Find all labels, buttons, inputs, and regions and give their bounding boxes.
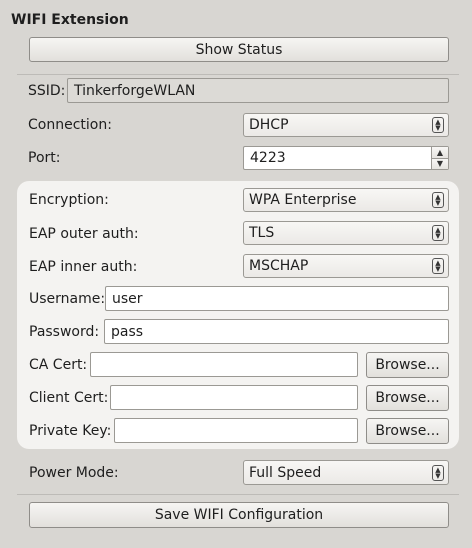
spin-down-icon[interactable]: ▼ <box>432 158 448 169</box>
connection-label: Connection: <box>28 117 112 133</box>
connection-value: DHCP <box>249 117 289 133</box>
eap-outer-value: TLS <box>249 225 275 241</box>
private-key-label: Private Key: <box>29 423 112 439</box>
port-label: Port: <box>28 150 61 166</box>
show-status-button[interactable]: Show Status <box>29 37 449 62</box>
save-wifi-configuration-button[interactable]: Save WIFI Configuration <box>29 502 449 528</box>
encryption-label: Encryption: <box>29 192 109 208</box>
ssid-field[interactable]: TinkerforgeWLAN <box>67 78 449 103</box>
port-spinbox[interactable]: 4223 ▲ ▼ <box>243 146 449 170</box>
divider <box>17 74 459 75</box>
password-field[interactable]: pass <box>104 319 449 344</box>
updown-chevron-icon: ▲ ▼ <box>432 464 444 481</box>
client-cert-browse-button[interactable]: Browse... <box>366 385 449 411</box>
divider <box>17 494 459 495</box>
power-mode-label: Power Mode: <box>29 465 119 481</box>
encryption-value: WPA Enterprise <box>249 192 357 208</box>
client-cert-label: Client Cert: <box>29 390 109 406</box>
password-value: pass <box>111 323 144 340</box>
updown-chevron-icon: ▲ ▼ <box>432 258 444 274</box>
ca-cert-label: CA Cert: <box>29 357 88 373</box>
eap-inner-select[interactable]: MSCHAP ▲ ▼ <box>243 254 449 278</box>
group-title: WIFI Extension <box>11 12 129 28</box>
ca-cert-field[interactable] <box>90 352 358 377</box>
client-cert-field[interactable] <box>110 385 358 410</box>
private-key-field[interactable] <box>114 418 358 443</box>
updown-chevron-icon: ▲ ▼ <box>432 192 444 208</box>
connection-select[interactable]: DHCP ▲ ▼ <box>243 113 449 137</box>
updown-chevron-icon: ▲ ▼ <box>432 117 444 133</box>
eap-outer-label: EAP outer auth: <box>29 226 139 242</box>
spin-up-icon[interactable]: ▲ <box>432 147 448 159</box>
eap-inner-label: EAP inner auth: <box>29 259 138 275</box>
ssid-label: SSID: <box>28 83 66 99</box>
eap-inner-value: MSCHAP <box>249 258 309 274</box>
username-field[interactable]: user <box>105 286 449 311</box>
ssid-value: TinkerforgeWLAN <box>74 82 196 99</box>
username-value: user <box>112 290 143 307</box>
encryption-select[interactable]: WPA Enterprise ▲ ▼ <box>243 188 449 212</box>
power-mode-value: Full Speed <box>249 464 322 481</box>
eap-outer-select[interactable]: TLS ▲ ▼ <box>243 221 449 245</box>
power-mode-select[interactable]: Full Speed ▲ ▼ <box>243 460 449 485</box>
private-key-browse-button[interactable]: Browse... <box>366 418 449 444</box>
updown-chevron-icon: ▲ ▼ <box>432 225 444 241</box>
ca-cert-browse-button[interactable]: Browse... <box>366 352 449 378</box>
password-label: Password: <box>29 324 100 340</box>
port-value: 4223 <box>250 150 286 166</box>
username-label: Username: <box>29 291 106 307</box>
